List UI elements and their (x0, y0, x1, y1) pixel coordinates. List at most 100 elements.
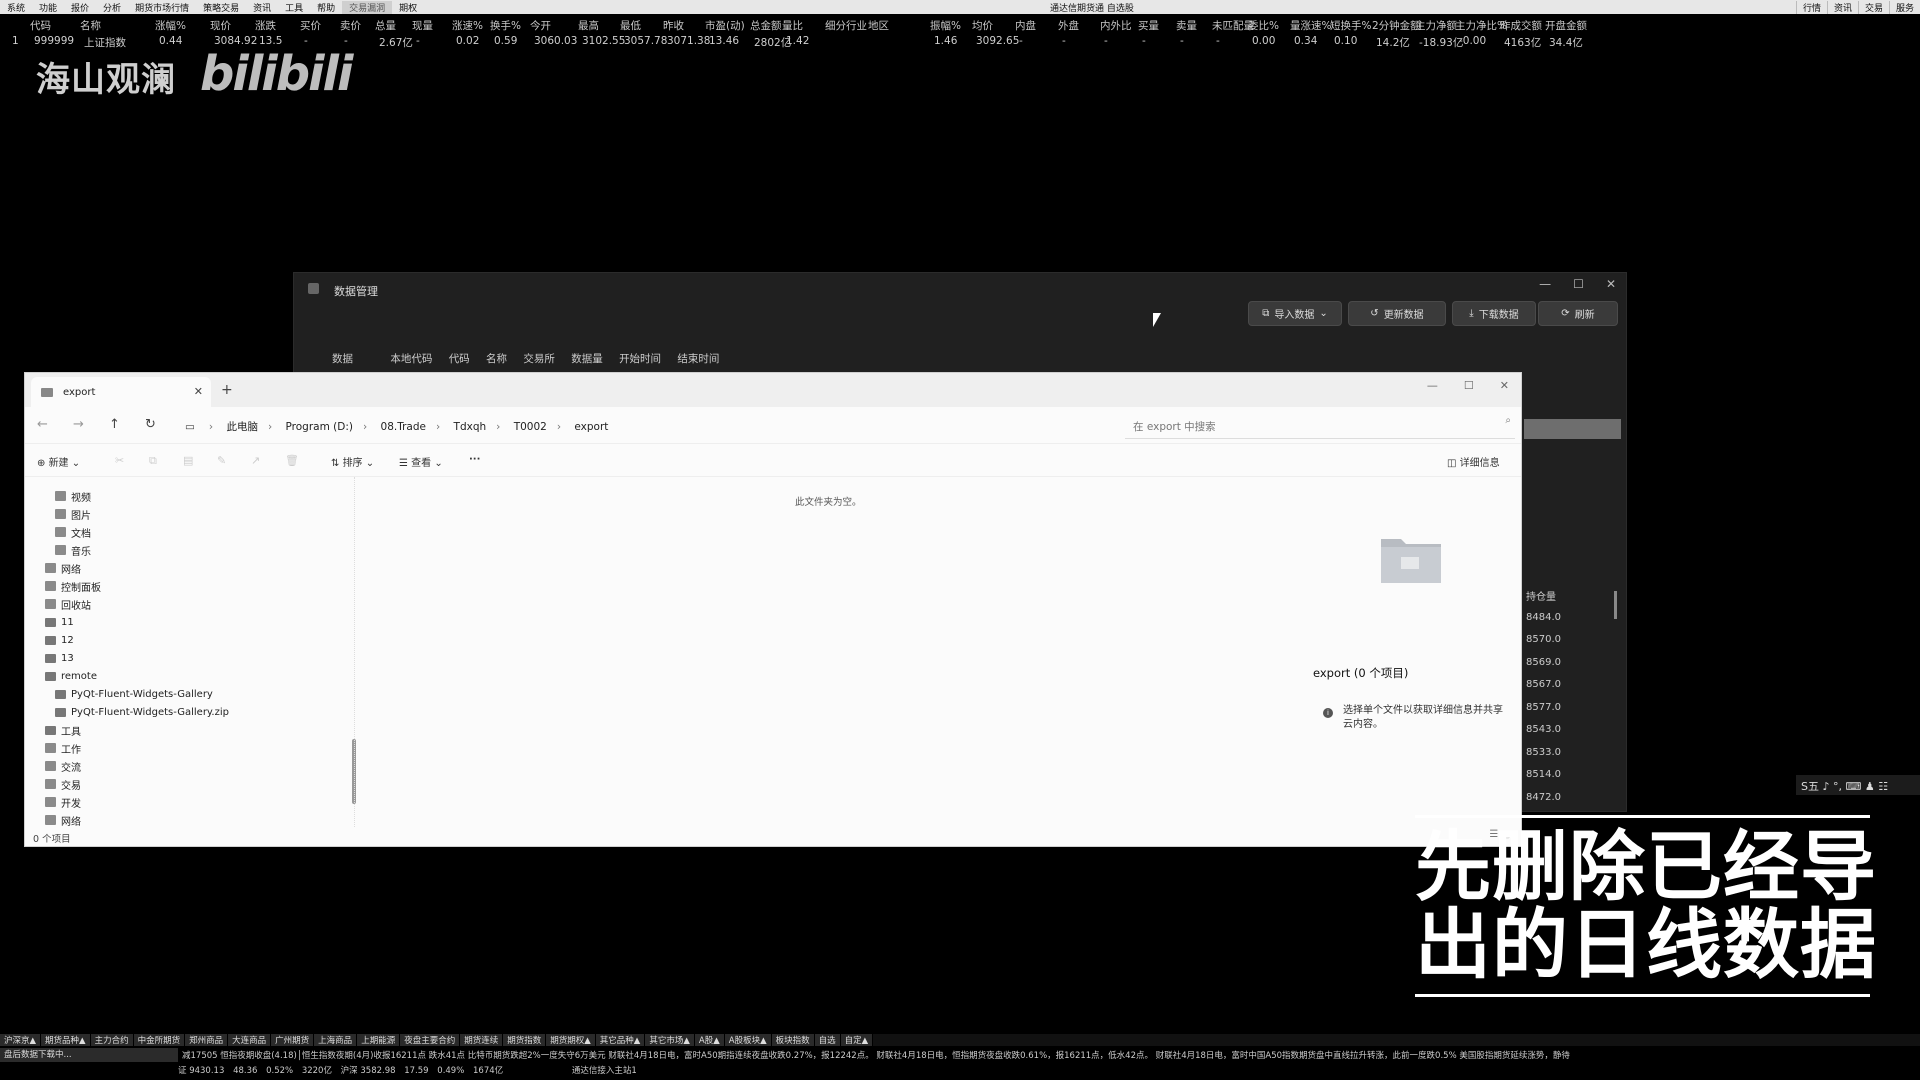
breadcrumb-item[interactable]: Tdxqh (454, 421, 487, 433)
share-icon[interactable]: ↗ (251, 454, 260, 467)
quote-col-header[interactable]: 短换手% (1330, 18, 1371, 33)
menu-item-trade[interactable]: 交易漏洞 (342, 0, 393, 14)
market-tab[interactable]: 主力合约 (90, 1034, 134, 1046)
download-data-button[interactable]: ⤓ 下载数据 (1452, 301, 1536, 326)
nav-item-control-panel[interactable]: 控制面板 (45, 577, 101, 595)
quote-col-header[interactable]: 最高 (578, 18, 599, 33)
quote-col-header[interactable]: 地区 (868, 18, 889, 33)
breadcrumb-item[interactable]: T0002 (514, 421, 547, 433)
menu-right-quote[interactable]: 行情 (1795, 0, 1827, 14)
close-icon[interactable]: ✕ (1606, 277, 1616, 291)
breadcrumb-item[interactable]: 08.Trade (381, 421, 426, 433)
menu-right-service[interactable]: 服务 (1888, 0, 1920, 14)
close-tab-icon[interactable]: ✕ (194, 385, 203, 398)
nav-item-folder[interactable]: 13 (45, 649, 74, 667)
view-button[interactable]: ☰ 查看 ⌄ (399, 454, 443, 469)
market-tab[interactable]: A股板块▲ (724, 1034, 772, 1046)
quote-col-header[interactable]: 细分行业 (825, 18, 867, 33)
quote-col-header[interactable]: 代码 (30, 18, 51, 33)
nav-item-folder[interactable]: PyQt-Fluent-Widgets-Gallery (55, 685, 213, 703)
menu-item-function[interactable]: 功能 (32, 1, 64, 14)
market-tab[interactable]: 大连商品 (228, 1034, 272, 1046)
nav-item-folder[interactable]: 11 (45, 613, 74, 631)
nav-item-work[interactable]: 工作 (45, 739, 81, 757)
quote-col-header[interactable]: 涨跌 (255, 18, 276, 33)
copy-icon[interactable]: ⧉ (149, 454, 157, 468)
quote-col-header[interactable]: 现量 (412, 18, 433, 33)
col-code[interactable]: 代码 (449, 353, 470, 365)
close-icon[interactable]: ✕ (1500, 379, 1509, 392)
menu-item-strategy[interactable]: 策略交易 (196, 1, 246, 14)
quote-col-header[interactable]: 现价 (210, 18, 231, 33)
quote-col-header[interactable]: 均价 (972, 18, 993, 33)
col-data[interactable]: 数据 (332, 353, 353, 365)
quote-col-header[interactable]: 最低 (620, 18, 641, 33)
quote-col-header[interactable]: 委比% (1248, 18, 1279, 33)
nav-item-exchange[interactable]: 交流 (45, 757, 81, 775)
refresh-button[interactable]: ⟳ 刷新 (1538, 301, 1618, 326)
menu-item-tools[interactable]: 工具 (278, 1, 310, 14)
market-tab[interactable]: 期货期权▲ (546, 1034, 596, 1046)
market-tab[interactable]: 郑州商品 (185, 1034, 229, 1046)
menu-right-trade[interactable]: 交易 (1857, 0, 1889, 14)
quote-col-header[interactable]: 买量 (1138, 18, 1159, 33)
menu-right-news[interactable]: 资讯 (1826, 0, 1858, 14)
import-data-button[interactable]: ⧉ 导入数据 ⌄ (1248, 301, 1342, 326)
rename-icon[interactable]: ✎ (217, 454, 226, 467)
market-tab[interactable]: 沪深京▲ (0, 1034, 42, 1046)
market-tab[interactable]: 上期能源 (357, 1034, 401, 1046)
col-exchange[interactable]: 交易所 (523, 353, 555, 365)
market-tab[interactable]: A股▲ (694, 1034, 725, 1046)
search-icon[interactable]: ⌕ (1505, 415, 1511, 426)
quote-col-header[interactable]: 昨收 (663, 18, 684, 33)
maximize-icon[interactable]: ☐ (1464, 379, 1474, 392)
nav-item-folder[interactable]: 工具 (45, 721, 81, 739)
nav-item-zip[interactable]: PyQt-Fluent-Widgets-Gallery.zip (55, 703, 229, 721)
forward-icon[interactable]: → (73, 417, 84, 432)
menu-item-quote[interactable]: 报价 (64, 1, 96, 14)
nav-item-pictures[interactable]: 图片 (55, 505, 91, 523)
search-input[interactable]: 在 export 中搜索 (1125, 413, 1515, 439)
more-options-button[interactable]: ··· (469, 454, 480, 465)
back-icon[interactable]: ← (37, 417, 48, 432)
delete-icon[interactable]: 🗑 (285, 454, 299, 467)
refresh-icon[interactable]: ↻ (145, 417, 156, 432)
up-icon[interactable]: ↑ (109, 417, 120, 432)
breadcrumb-item[interactable]: 此电脑 (226, 421, 258, 433)
nav-item-folder[interactable]: 12 (45, 631, 74, 649)
nav-item-network[interactable]: 网络 (45, 559, 81, 577)
quote-col-header[interactable]: 内外比 (1100, 18, 1132, 33)
quote-col-header[interactable]: 卖量 (1176, 18, 1197, 33)
quote-col-header[interactable]: 涨幅% (155, 18, 186, 33)
quote-col-header[interactable]: 内盘 (1015, 18, 1036, 33)
market-tab[interactable]: 其它市场▲ (645, 1034, 695, 1046)
quote-col-header[interactable]: 开盘金额 (1545, 18, 1587, 33)
col-local-code[interactable]: 本地代码 (390, 353, 432, 365)
horizontal-scrollbar[interactable] (1524, 419, 1621, 439)
quote-col-header[interactable]: 主力净额 (1415, 18, 1457, 33)
quote-col-header[interactable]: 卖价 (340, 18, 361, 33)
maximize-icon[interactable]: ☐ (1573, 277, 1584, 291)
vertical-scrollbar[interactable] (1614, 591, 1617, 619)
col-start-time[interactable]: 开始时间 (619, 353, 661, 365)
minimize-icon[interactable]: — (1539, 277, 1551, 291)
menu-item-system[interactable]: 系统 (0, 1, 32, 14)
new-tab-icon[interactable]: + (221, 382, 233, 398)
quote-col-header[interactable]: 换手% (490, 18, 521, 33)
quote-col-header[interactable]: 总金额 (750, 18, 782, 33)
quote-col-header[interactable]: 振幅% (930, 18, 961, 33)
market-tab[interactable]: 期货品种▲ (41, 1034, 91, 1046)
quote-col-header[interactable]: 2分钟金额 (1372, 18, 1421, 33)
quote-col-header[interactable]: 名称 (80, 18, 101, 33)
menu-item-news[interactable]: 资讯 (246, 1, 278, 14)
new-button[interactable]: ⊕ 新建 ⌄ (37, 454, 80, 469)
sort-button[interactable]: ⇅ 排序 ⌄ (331, 454, 374, 469)
nav-item-folder[interactable]: remote (45, 667, 97, 685)
nav-item-trade[interactable]: 交易 (45, 775, 81, 793)
minimize-icon[interactable]: — (1427, 379, 1438, 392)
breadcrumb-item[interactable]: Program (D:) (286, 421, 353, 433)
menu-item-options[interactable]: 期权 (392, 1, 424, 14)
menu-item-futures-market[interactable]: 期货市场行情 (128, 1, 196, 14)
menu-item-analysis[interactable]: 分析 (96, 1, 128, 14)
ime-toolbar[interactable]: S五 ♪ °, ⌨ ♟ ☷ (1796, 775, 1920, 795)
